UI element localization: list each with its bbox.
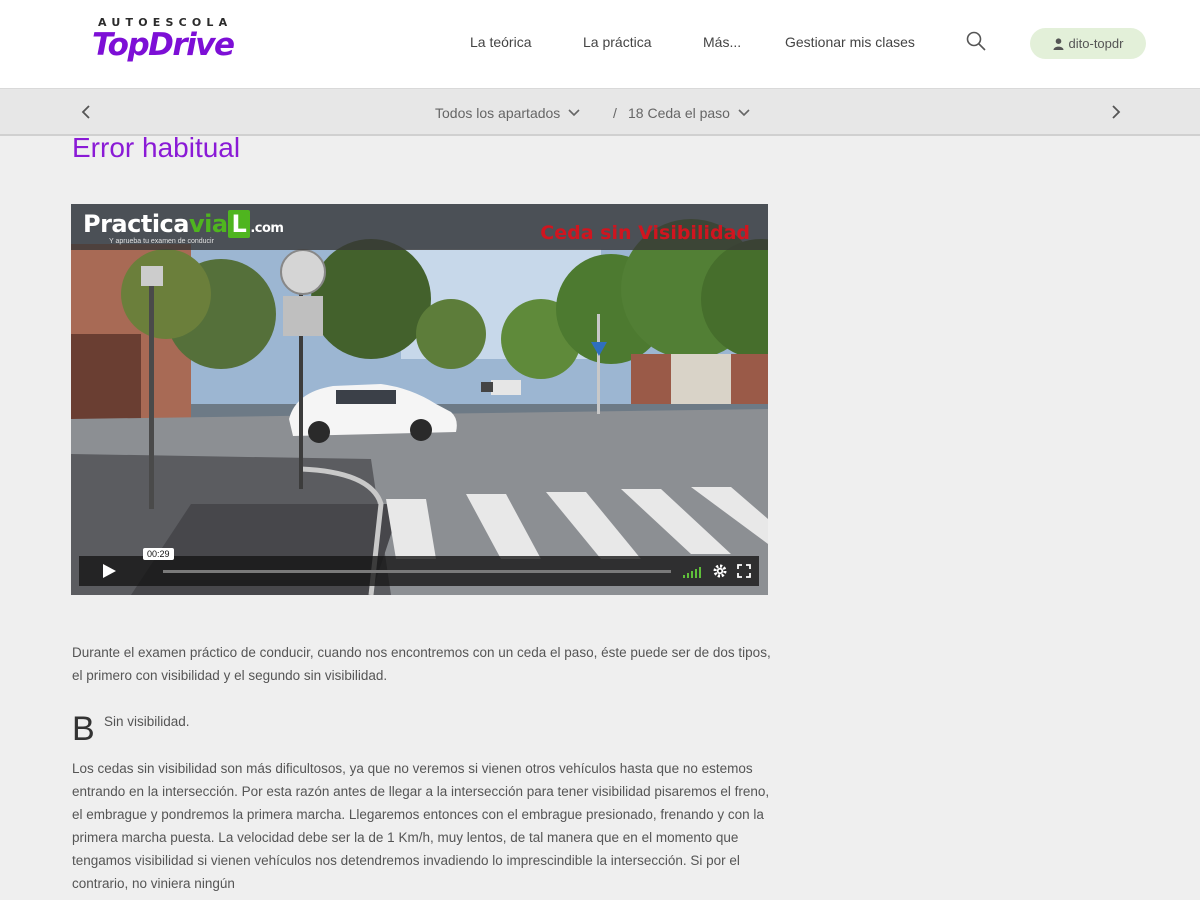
- breadcrumb-current-dropdown[interactable]: 18 Ceda el paso: [628, 105, 750, 121]
- site-header: AUTOESCOLA TopDrive La teórica La prácti…: [0, 0, 1200, 88]
- practicavial-logo: Practicavia L .com: [83, 210, 284, 238]
- nav-mas[interactable]: Más...: [703, 34, 741, 50]
- intro-paragraph: Durante el examen práctico de conducir, …: [72, 645, 771, 683]
- breadcrumb-separator: /: [613, 105, 617, 121]
- site-logo[interactable]: AUTOESCOLA TopDrive: [92, 16, 242, 68]
- user-name: dito-topdr: [1068, 36, 1124, 51]
- brand-com: .com: [250, 221, 284, 236]
- drop-cap-letter: B: [72, 710, 95, 748]
- fullscreen-icon[interactable]: [737, 564, 751, 578]
- video-player[interactable]: Practicavia L .com Y aprueba tu examen de …: [71, 204, 768, 595]
- nav-gestionar-clases[interactable]: Gestionar mis clases: [785, 34, 915, 50]
- page-title: Error habitual: [72, 132, 241, 163]
- video-controls: 00:29: [79, 548, 759, 586]
- chevron-down-icon: [738, 109, 750, 117]
- section-subheading: Sin visibilidad.: [104, 714, 190, 729]
- logo-main-text: TopDrive: [92, 27, 235, 63]
- video-time: 00:29: [143, 548, 174, 560]
- brand-via: via: [188, 210, 228, 238]
- user-account-button[interactable]: dito-topdr: [1030, 28, 1146, 59]
- breadcrumb-sections-dropdown[interactable]: Todos los apartados: [435, 105, 580, 121]
- nav-teorica[interactable]: La teórica: [470, 34, 531, 50]
- chevron-right-icon[interactable]: [1106, 103, 1124, 121]
- chevron-left-icon[interactable]: [78, 103, 96, 121]
- chevron-down-icon: [568, 109, 580, 117]
- video-frame-image: [71, 204, 768, 595]
- user-icon: [1053, 37, 1064, 50]
- search-icon[interactable]: [965, 30, 987, 52]
- brand-tagline: Y aprueba tu examen de conducir: [109, 238, 214, 245]
- breadcrumb-sections-label: Todos los apartados: [435, 105, 561, 121]
- settings-icon[interactable]: [713, 564, 727, 578]
- lesson-navigation-bar: Todos los apartados / 18 Ceda el paso: [0, 88, 1200, 136]
- video-progress-bar[interactable]: [163, 570, 671, 573]
- volume-icon[interactable]: [683, 566, 705, 578]
- play-icon[interactable]: [101, 563, 117, 579]
- video-overlay-title: Ceda sin Visibilidad: [540, 222, 750, 244]
- brand-practica: Practica: [83, 210, 189, 238]
- body-paragraph: Los cedas sin visibilidad son más dificu…: [72, 761, 770, 891]
- nav-practica[interactable]: La práctica: [583, 34, 651, 50]
- brand-l-badge: L: [227, 210, 251, 238]
- breadcrumb-current-label: 18 Ceda el paso: [628, 105, 730, 121]
